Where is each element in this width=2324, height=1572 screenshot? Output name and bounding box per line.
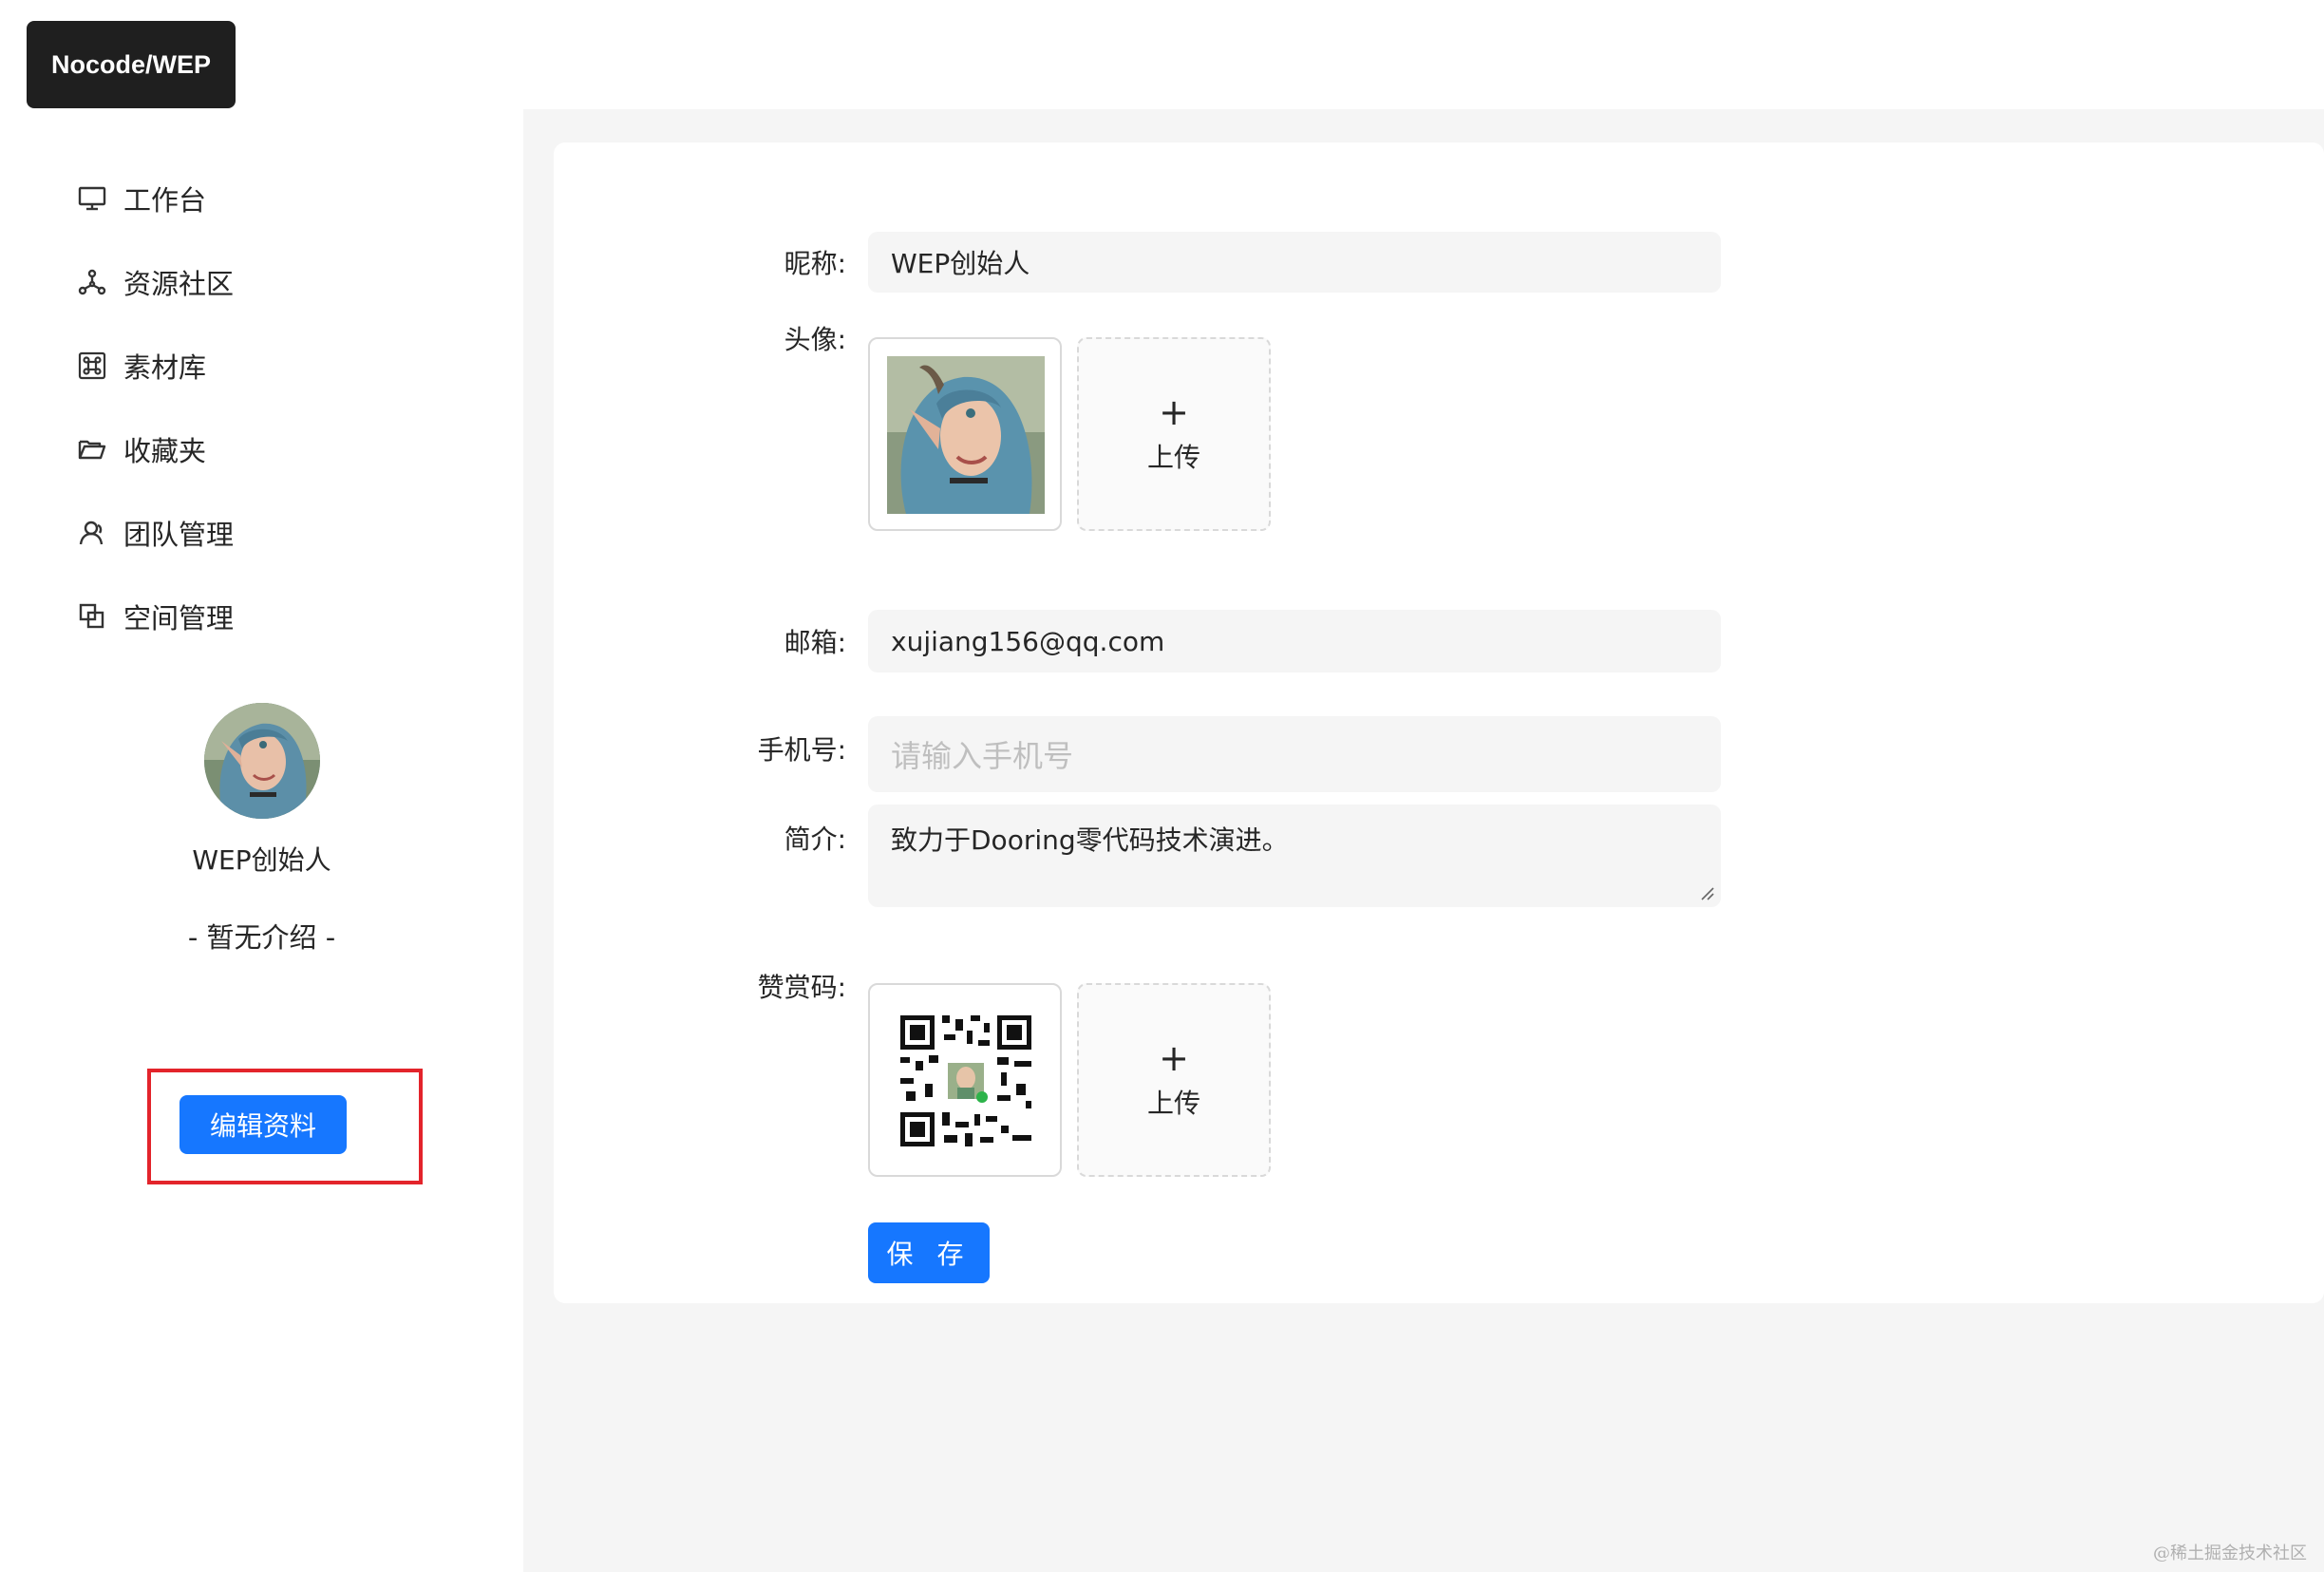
sidebar-item-space[interactable]: 空间管理 [76,575,234,658]
app-logo[interactable]: Nocode/WEP [27,21,236,108]
sidebar-item-workbench[interactable]: 工作台 [76,157,234,240]
profile-form-card: 昵称: WEP创始人 头像: + 上传 邮箱: xujiang156@qq.co… [554,142,2324,1303]
sidebar-item-label: 资源社区 [123,268,235,300]
bio-textarea[interactable]: 致力于Dooring零代码技术演进。 [868,805,1721,907]
plus-icon: + [1159,391,1189,433]
avatar[interactable] [203,703,320,819]
sidebar: 工作台 资源社区 素材库 收藏夹 团队管理 空间管理 WEP创始人 - 暂无介绍… [0,109,523,1572]
avatar-upload-button[interactable]: + 上传 [1077,337,1271,531]
nickname-label: 昵称: [784,248,846,279]
watermark: @稀土掘金技术社区 [2153,1544,2307,1563]
nickname-input[interactable]: WEP创始人 [868,232,1721,293]
profile-intro: - 暂无介绍 - [187,921,336,954]
folder-open-icon [76,433,108,465]
phone-input[interactable]: 请输入手机号 [868,716,1721,792]
email-label: 邮箱: [784,627,846,658]
bio-text: 致力于Dooring零代码技术演进。 [891,824,1289,856]
resize-handle-icon[interactable] [1698,884,1715,901]
phone-label: 手机号: [757,734,846,766]
avatar-upload-preview[interactable] [868,337,1062,531]
bio-label: 简介: [784,824,846,855]
sidebar-item-assets[interactable]: 素材库 [76,324,234,407]
sidebar-item-label: 空间管理 [123,602,235,634]
profile-name: WEP创始人 [192,844,331,876]
qr-code-image [887,1002,1045,1160]
email-input[interactable]: xujiang156@qq.com [868,610,1721,672]
sidebar-item-favorites[interactable]: 收藏夹 [76,407,234,491]
sidebar-item-label: 工作台 [123,184,207,217]
block-icon [76,600,108,633]
team-icon [76,517,108,549]
sidebar-item-team[interactable]: 团队管理 [76,491,234,575]
plus-icon: + [1159,1037,1189,1079]
command-icon [76,350,108,382]
reward-code-upload-preview[interactable] [868,983,1062,1177]
network-icon [76,266,108,298]
profile-summary: WEP创始人 - 暂无介绍 - [0,703,523,956]
sidebar-menu: 工作台 资源社区 素材库 收藏夹 团队管理 空间管理 [76,157,234,658]
sidebar-item-label: 团队管理 [123,519,235,551]
edit-profile-highlight: 编辑资料 [147,1069,423,1184]
edit-profile-button[interactable]: 编辑资料 [179,1095,347,1154]
save-button[interactable]: 保 存 [868,1222,990,1283]
sidebar-item-label: 素材库 [123,351,207,384]
avatar-label: 头像: [784,324,846,355]
upload-label: 上传 [1146,442,1200,473]
sidebar-item-label: 收藏夹 [123,435,207,467]
upload-label: 上传 [1146,1088,1200,1119]
avatar-image [887,356,1045,514]
desktop-icon [76,182,108,215]
main-content: 昵称: WEP创始人 头像: + 上传 邮箱: xujiang156@qq.co… [523,109,2324,1572]
reward-code-upload-button[interactable]: + 上传 [1077,983,1271,1177]
reward-code-label: 赞赏码: [757,972,846,1003]
sidebar-item-community[interactable]: 资源社区 [76,240,234,324]
top-bar: Nocode/WEP [0,0,2324,109]
